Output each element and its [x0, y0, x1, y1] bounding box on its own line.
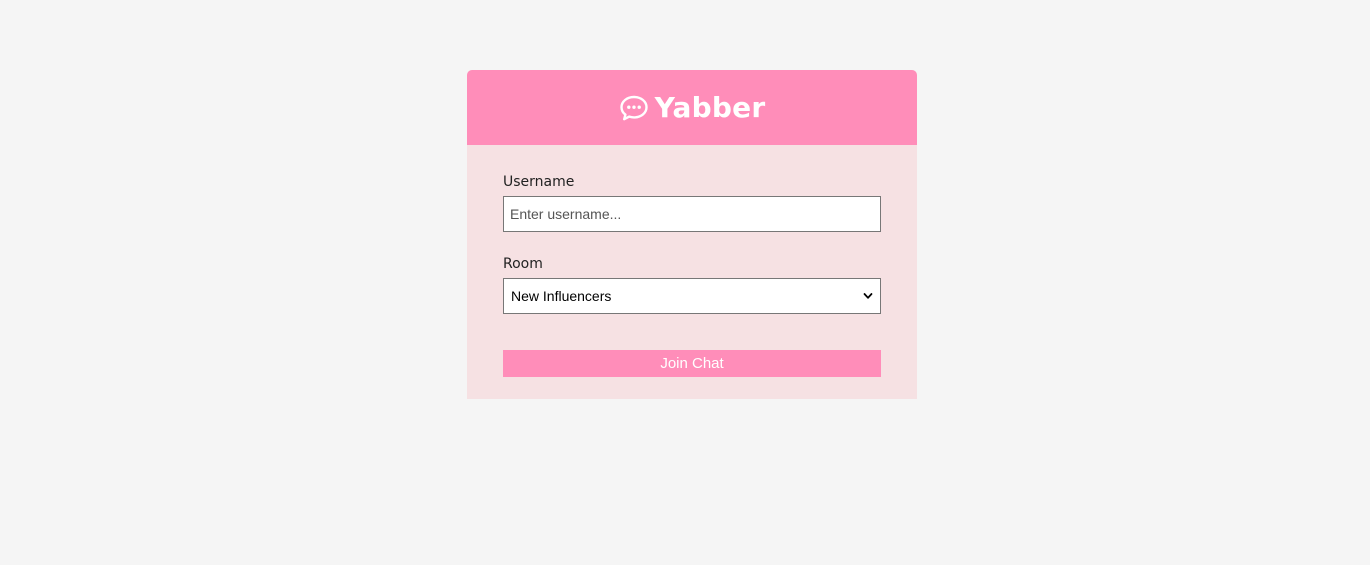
room-select[interactable]: New Influencers — [503, 278, 881, 314]
join-form: Username Room New Influencers Join Chat — [467, 145, 917, 377]
chevron-down-icon — [863, 291, 873, 301]
join-chat-button[interactable]: Join Chat — [503, 350, 881, 377]
username-input[interactable] — [503, 196, 881, 232]
app-title: Yabber — [654, 91, 766, 124]
join-card: Yabber Username Room New Influencers Joi… — [467, 70, 917, 399]
room-selected-value: New Influencers — [511, 288, 612, 304]
chat-bubble-icon — [619, 94, 649, 122]
room-label: Room — [503, 256, 543, 272]
card-header: Yabber — [467, 70, 917, 145]
username-label: Username — [503, 174, 575, 190]
